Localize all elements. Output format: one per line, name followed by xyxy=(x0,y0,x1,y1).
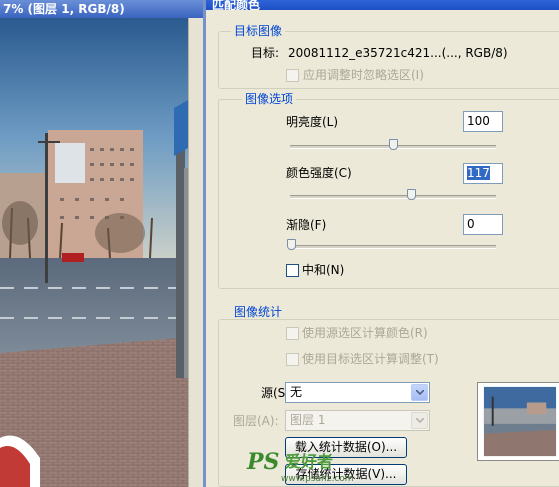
color-intensity-thumb[interactable] xyxy=(407,189,416,200)
use-source-selection-label: 使用源选区计算颜色(R) xyxy=(302,326,428,340)
source-preview-thumbnail xyxy=(477,382,559,461)
vertical-scrollbar[interactable] xyxy=(188,18,203,487)
image-options-group xyxy=(218,99,559,289)
fade-thumb[interactable] xyxy=(287,239,296,250)
ignore-selection-checkbox[interactable] xyxy=(286,69,299,82)
image-options-legend: 图像选项 xyxy=(242,92,297,106)
street-photo xyxy=(0,18,203,487)
fade-input[interactable]: 0 xyxy=(463,214,503,235)
match-color-dialog: 匹配颜色 目标图像 目标: 20081112_e35721c421...(...… xyxy=(203,0,559,487)
luminance-label: 明亮度(L) xyxy=(286,115,339,129)
luminance-input[interactable]: 100 xyxy=(463,111,503,132)
document-title: 7% (图层 1, RGB/8) xyxy=(0,0,203,18)
fade-slider[interactable] xyxy=(290,245,496,249)
color-intensity-label: 颜色强度(C) xyxy=(286,166,352,180)
source-select[interactable]: 无 xyxy=(285,382,430,403)
neutralize-checkbox[interactable] xyxy=(286,264,299,277)
color-intensity-slider[interactable] xyxy=(290,195,496,199)
watermark-text: 爱好者 xyxy=(285,452,333,471)
fade-label: 渐隐(F) xyxy=(286,218,327,232)
neutralize-label: 中和(N) xyxy=(302,263,345,277)
use-target-selection-label: 使用目标选区计算调整(T) xyxy=(302,352,439,366)
use-source-selection-checkbox[interactable] xyxy=(286,327,299,340)
color-intensity-input[interactable]: 117 xyxy=(463,163,503,184)
chevron-down-icon[interactable] xyxy=(411,384,428,401)
image-statistics-legend: 图像统计 xyxy=(231,305,286,319)
luminance-thumb[interactable] xyxy=(389,139,398,150)
document-window: 7% (图层 1, RGB/8) xyxy=(0,0,203,487)
layer-label: 图层(A): xyxy=(233,414,279,428)
target-label: 目标: xyxy=(251,46,280,60)
target-image-legend: 目标图像 xyxy=(231,24,286,38)
watermark-brand: PS xyxy=(246,449,279,475)
watermark-url: www.psahz.com xyxy=(281,474,354,484)
use-target-selection-checkbox[interactable] xyxy=(286,353,299,366)
target-value: 20081112_e35721c421...(..., RGB/8) xyxy=(288,46,508,60)
ignore-selection-label: 应用调整时忽略选区(I) xyxy=(303,68,424,82)
chevron-down-icon[interactable] xyxy=(411,412,428,429)
watermark-logo: PS 爱好者 www.psahz.com xyxy=(246,449,354,484)
dialog-title: 匹配颜色 xyxy=(206,0,559,10)
layer-select[interactable]: 图层 1 xyxy=(285,410,430,431)
